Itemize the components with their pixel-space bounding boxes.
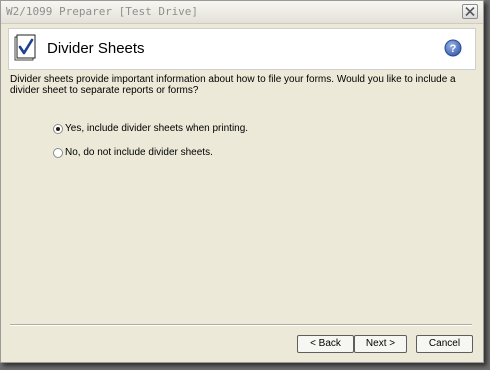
title-bar[interactable]: W2/1099 Preparer [Test Drive]: [1, 1, 483, 24]
svg-text:?: ?: [450, 43, 457, 55]
help-icon[interactable]: ?: [444, 39, 462, 57]
description-text: Divider sheets provide important informa…: [10, 74, 456, 96]
radio-yes[interactable]: [53, 124, 63, 134]
radio-no[interactable]: [53, 148, 63, 158]
option-no-label[interactable]: No, do not include divider sheets.: [65, 147, 213, 158]
next-button[interactable]: Next >: [354, 335, 407, 353]
footer-divider: [10, 324, 472, 326]
dialog-window: W2/1099 Preparer [Test Drive] Divider Sh…: [0, 0, 484, 363]
cancel-button[interactable]: Cancel: [416, 335, 473, 353]
back-button[interactable]: < Back: [297, 335, 354, 353]
window-title: W2/1099 Preparer [Test Drive]: [6, 5, 199, 18]
radio-selected-dot: [56, 127, 60, 131]
option-yes-label[interactable]: Yes, include divider sheets when printin…: [65, 123, 248, 134]
close-button[interactable]: [462, 4, 478, 19]
page-title: Divider Sheets: [47, 40, 145, 57]
header-panel: Divider Sheets ?: [8, 28, 476, 70]
checklist-icon: [13, 34, 37, 62]
